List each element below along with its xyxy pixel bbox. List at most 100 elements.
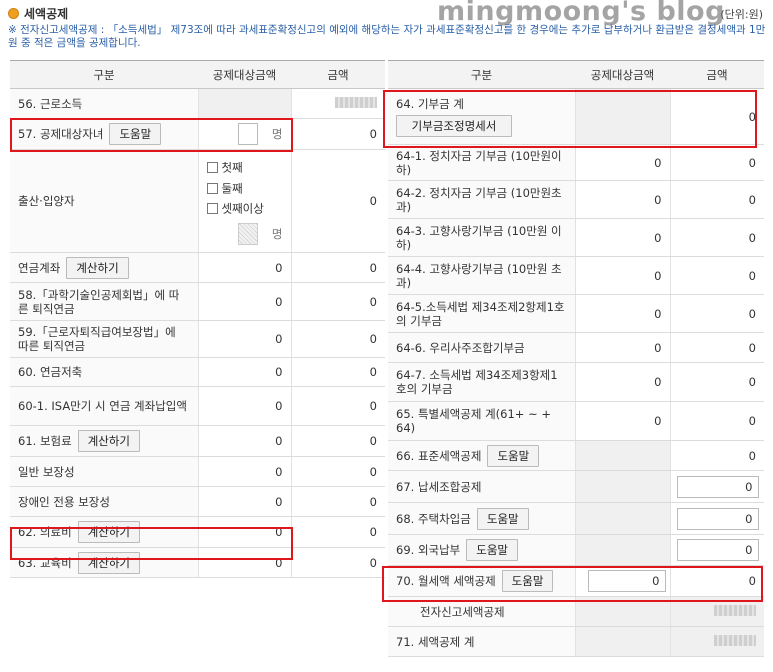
unit-label: (단위:원)	[720, 8, 763, 21]
row-general-label: 일반 보장성	[18, 464, 75, 479]
row-66: 66. 표준세액공제 도움말 0	[388, 440, 764, 471]
col-header-base: 공제대상금액	[198, 60, 291, 89]
tax-union-input[interactable]: 0	[676, 475, 759, 498]
checkbox-icon[interactable]	[206, 162, 218, 174]
row-64-4-label: 64-4. 고향사랑기부금 (10만원 초과)	[396, 261, 562, 290]
row-64-7-base: 0	[575, 362, 671, 402]
row-64-6: 64-6. 우리사주조합기부금 0 0	[388, 332, 764, 363]
row-64-2-label: 64-2. 정치자금 기부금 (10만원초과)	[396, 185, 562, 214]
row-60: 60. 연금저축 0 0	[10, 357, 385, 387]
right-deduction-table: 구분 공제대상금액 금액 64. 기부금 계기부금조정명세서 0 64-1. 정…	[388, 60, 764, 657]
left-deduction-table: 구분 공제대상금액 금액 56. 근로소득 57. 공제대상자녀 도움말 명 0 …	[10, 60, 385, 578]
row-pension-label: 연금계좌	[18, 260, 61, 275]
row-disabled-label: 장애인 전용 보장성	[18, 494, 110, 509]
housing-loan-input[interactable]: 0	[676, 507, 759, 530]
row-64-2-base: 0	[575, 180, 671, 219]
row-60-1-base: 0	[198, 386, 292, 426]
row-64-amount: 0	[670, 88, 764, 145]
row-59-label: 59.「근로자퇴직급여보장법」에 따른 퇴직연금	[18, 325, 176, 353]
row-64-3-label: 64-3. 고향사랑기부금 (10만원 이하)	[396, 223, 562, 252]
row-64-6-label: 64-6. 우리사주조합기부금	[396, 340, 525, 355]
row-63-amount: 0	[291, 547, 385, 578]
row-birth-unit: 명	[271, 226, 283, 241]
row-59-amount: 0	[291, 320, 385, 358]
bullet-icon	[8, 7, 19, 19]
donation-statement-button[interactable]: 기부금조정명세서	[396, 114, 512, 137]
checkbox-second[interactable]: 둘째	[206, 178, 283, 199]
row-69: 69. 외국납부 도움말 0	[388, 534, 764, 566]
row-64-6-base: 0	[575, 332, 671, 363]
row-67: 67. 납세조합공제 0	[388, 470, 764, 503]
monthly-rent-input[interactable]: 0	[587, 570, 666, 592]
row-64-1: 64-1. 정치자금 기부금 (10만원이하) 0 0	[388, 144, 764, 181]
help-button-66[interactable]: 도움말	[487, 444, 540, 467]
help-button-69[interactable]: 도움말	[466, 539, 519, 561]
help-button-70[interactable]: 도움말	[501, 570, 554, 592]
row-64-3: 64-3. 고향사랑기부금 (10만원 이하) 0 0	[388, 218, 764, 257]
row-70-amount: 0	[670, 565, 764, 597]
row-66-amount: 0	[670, 440, 764, 471]
redacted-value	[714, 634, 756, 646]
row-65: 65. 특별세액공제 계(61+ ~ + 64) 0 0	[388, 401, 764, 441]
row-e-filing: 전자신고세액공제	[388, 596, 764, 627]
row-62-base: 0	[198, 516, 292, 548]
row-60-amount: 0	[291, 357, 385, 387]
row-60-label: 60. 연금저축	[18, 365, 83, 380]
checkbox-third-plus[interactable]: 셋째이상	[206, 198, 283, 219]
disabled-count-input	[237, 222, 258, 245]
foreign-tax-input[interactable]: 0	[676, 539, 759, 561]
row-61-base: 0	[198, 425, 292, 457]
row-64-3-base: 0	[575, 218, 671, 257]
row-64-2: 64-2. 정치자금 기부금 (10만원초과) 0 0	[388, 180, 764, 219]
row-64-4: 64-4. 고향사랑기부금 (10만원 초과) 0 0	[388, 256, 764, 295]
row-e-filing-label: 전자신고세액공제	[420, 604, 505, 619]
row-57-unit: 명	[271, 127, 283, 141]
row-68-label: 68. 주택차입금	[396, 511, 471, 526]
row-64-7-label: 64-7. 소득세법 제34조제3항제1호의 기부금	[396, 368, 558, 396]
children-count-input[interactable]	[237, 123, 258, 145]
row-general-insurance: 일반 보장성 0 0	[10, 456, 385, 487]
row-general-base: 0	[198, 456, 292, 487]
col-header-amount: 금액	[670, 60, 764, 89]
row-64-4-base: 0	[575, 256, 671, 295]
row-56-label: 56. 근로소득	[18, 96, 83, 111]
row-58-amount: 0	[291, 282, 385, 321]
checkbox-icon[interactable]	[206, 203, 218, 215]
row-59: 59.「근로자퇴직급여보장법」에 따른 퇴직연금 0 0	[10, 320, 385, 358]
row-64-5: 64-5.소득세법 제34조제2항제1호의 기부금 0 0	[388, 294, 764, 333]
row-57-amount: 0	[291, 118, 385, 150]
row-65-label: 65. 특별세액공제 계(61+ ~ + 64)	[396, 407, 551, 435]
calc-button-pension[interactable]: 계산하기	[66, 256, 129, 279]
row-birth-amount: 0	[291, 149, 385, 253]
help-button-57[interactable]: 도움말	[109, 123, 162, 145]
row-64: 64. 기부금 계기부금조정명세서 0	[388, 88, 764, 145]
row-62-label: 62. 의료비	[18, 525, 72, 539]
row-71-label: 71. 세액공제 계	[396, 634, 475, 649]
col-header-base: 공제대상금액	[575, 60, 670, 89]
row-64-label: 64. 기부금 계	[396, 96, 464, 111]
calc-button-education[interactable]: 계산하기	[77, 551, 141, 574]
row-64-4-amount: 0	[670, 256, 764, 295]
col-header-category: 구분	[10, 60, 198, 89]
row-60-base: 0	[198, 357, 292, 387]
redacted-value	[714, 604, 756, 616]
row-disabled-insurance: 장애인 전용 보장성 0 0	[10, 486, 385, 517]
row-71: 71. 세액공제 계	[388, 626, 764, 657]
watermark: mingmoong's blog	[437, 0, 725, 27]
e-filing-note: ※ 전자신고세액공제 : 「소득세법」 제73조에 따라 과세표준확정신고의 예…	[8, 24, 766, 49]
calc-button-medical[interactable]: 계산하기	[77, 521, 141, 543]
row-64-7-amount: 0	[670, 362, 764, 402]
row-70: 70. 월세액 세액공제 도움말 0 0	[388, 565, 764, 597]
col-header-category: 구분	[388, 60, 575, 89]
row-68: 68. 주택차입금 도움말 0	[388, 502, 764, 535]
calc-button-insurance[interactable]: 계산하기	[77, 430, 141, 452]
row-pension: 연금계좌 계산하기 0 0	[10, 252, 385, 283]
row-63: 63. 교육비 계산하기 0 0	[10, 547, 385, 578]
checkbox-first[interactable]: 첫째	[206, 157, 283, 178]
row-64-3-amount: 0	[670, 218, 764, 257]
section-title: 세액공제	[24, 6, 69, 21]
row-62: 62. 의료비 계산하기 0 0	[10, 516, 385, 548]
checkbox-icon[interactable]	[206, 182, 218, 194]
row-62-amount: 0	[291, 516, 385, 548]
help-button-68[interactable]: 도움말	[476, 507, 529, 530]
